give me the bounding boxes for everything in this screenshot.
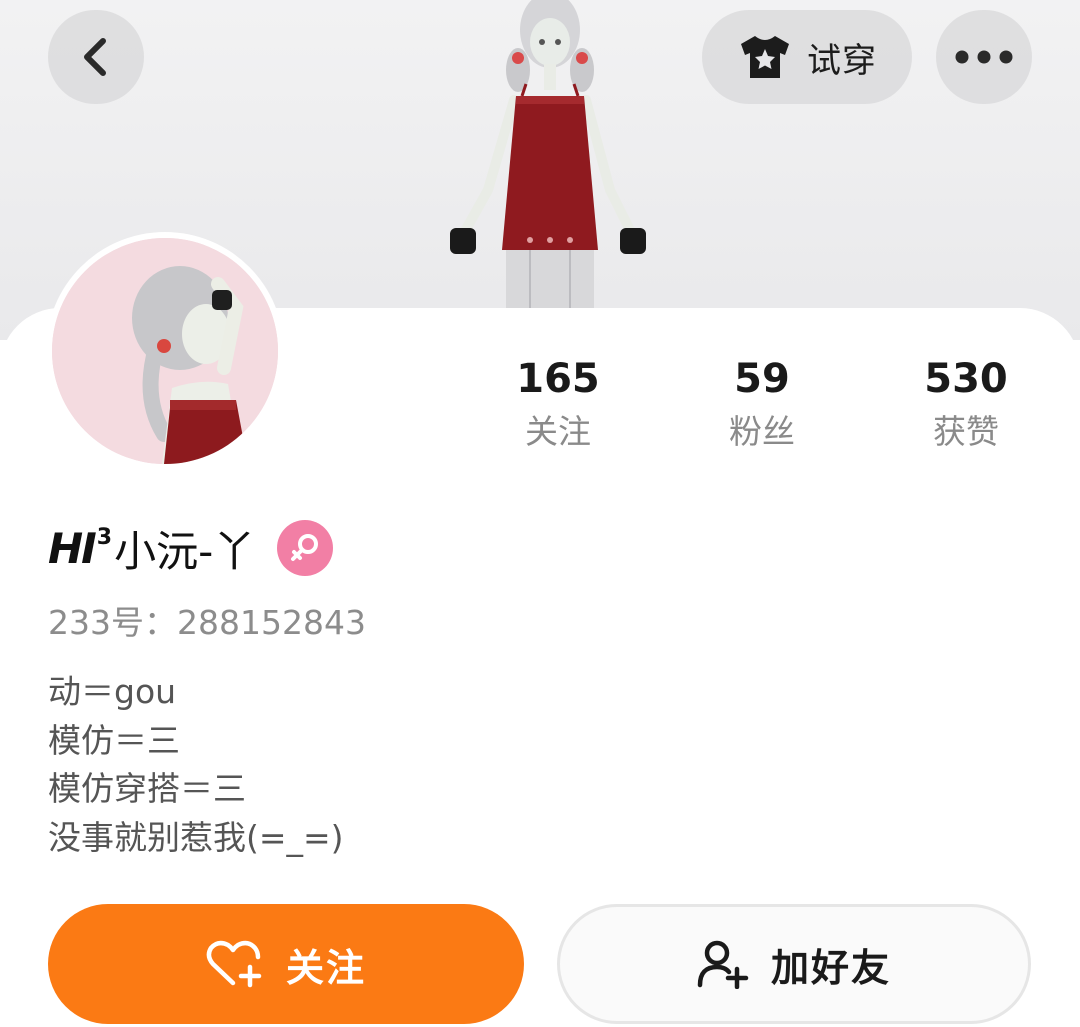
avatar[interactable] [46,232,284,470]
more-dots-icon [955,50,1013,64]
followers-count: 59 [734,356,790,402]
bio-line: 模仿＝三 [48,720,180,760]
stat-likes[interactable]: 530 获赞 [876,352,1056,454]
following-count: 165 [516,356,600,402]
likes-label: 获赞 [933,412,999,451]
bio-line: 动＝gou [48,672,177,711]
bio-line: 模仿穿搭＝三 [48,769,246,808]
female-icon [291,534,319,561]
bio-line: 没事就别惹我(=_=) [48,817,344,857]
follow-button[interactable]: 关注 [48,904,524,1024]
more-options-button[interactable] [936,10,1032,104]
follow-label: 关注 [285,945,366,990]
avatar-image [52,238,278,464]
profile-page: 试穿 165 关注 59 粉丝 530 获赞 HI3 小沅-丫 233号：288… [0,0,1080,1027]
add-friend-label: 加好友 [770,945,891,990]
username-prefix: HI3 [48,523,112,573]
followers-label: 粉丝 [729,412,795,451]
heart-plus-icon [206,940,262,988]
gender-badge [277,520,334,576]
back-button[interactable] [48,10,144,104]
bio: 动＝gou 模仿＝三 模仿穿搭＝三 没事就别惹我(=_=) [48,668,344,862]
user-id: 233号：288152843 [48,603,366,642]
stat-followers[interactable]: 59 粉丝 [672,352,852,454]
character-figure-image [450,0,646,320]
username-row: HI3 小沅-丫 [48,516,334,580]
chevron-left-icon [84,38,106,76]
likes-count: 530 [924,356,1008,402]
tshirt-star-icon [741,36,789,78]
username: 小沅-丫 [114,526,256,576]
add-user-icon [697,940,749,989]
try-on-button[interactable]: 试穿 [702,10,912,104]
stat-following[interactable]: 165 关注 [468,352,648,454]
following-label: 关注 [525,412,591,451]
try-on-label: 试穿 [807,40,877,81]
add-friend-button[interactable]: 加好友 [557,904,1031,1024]
